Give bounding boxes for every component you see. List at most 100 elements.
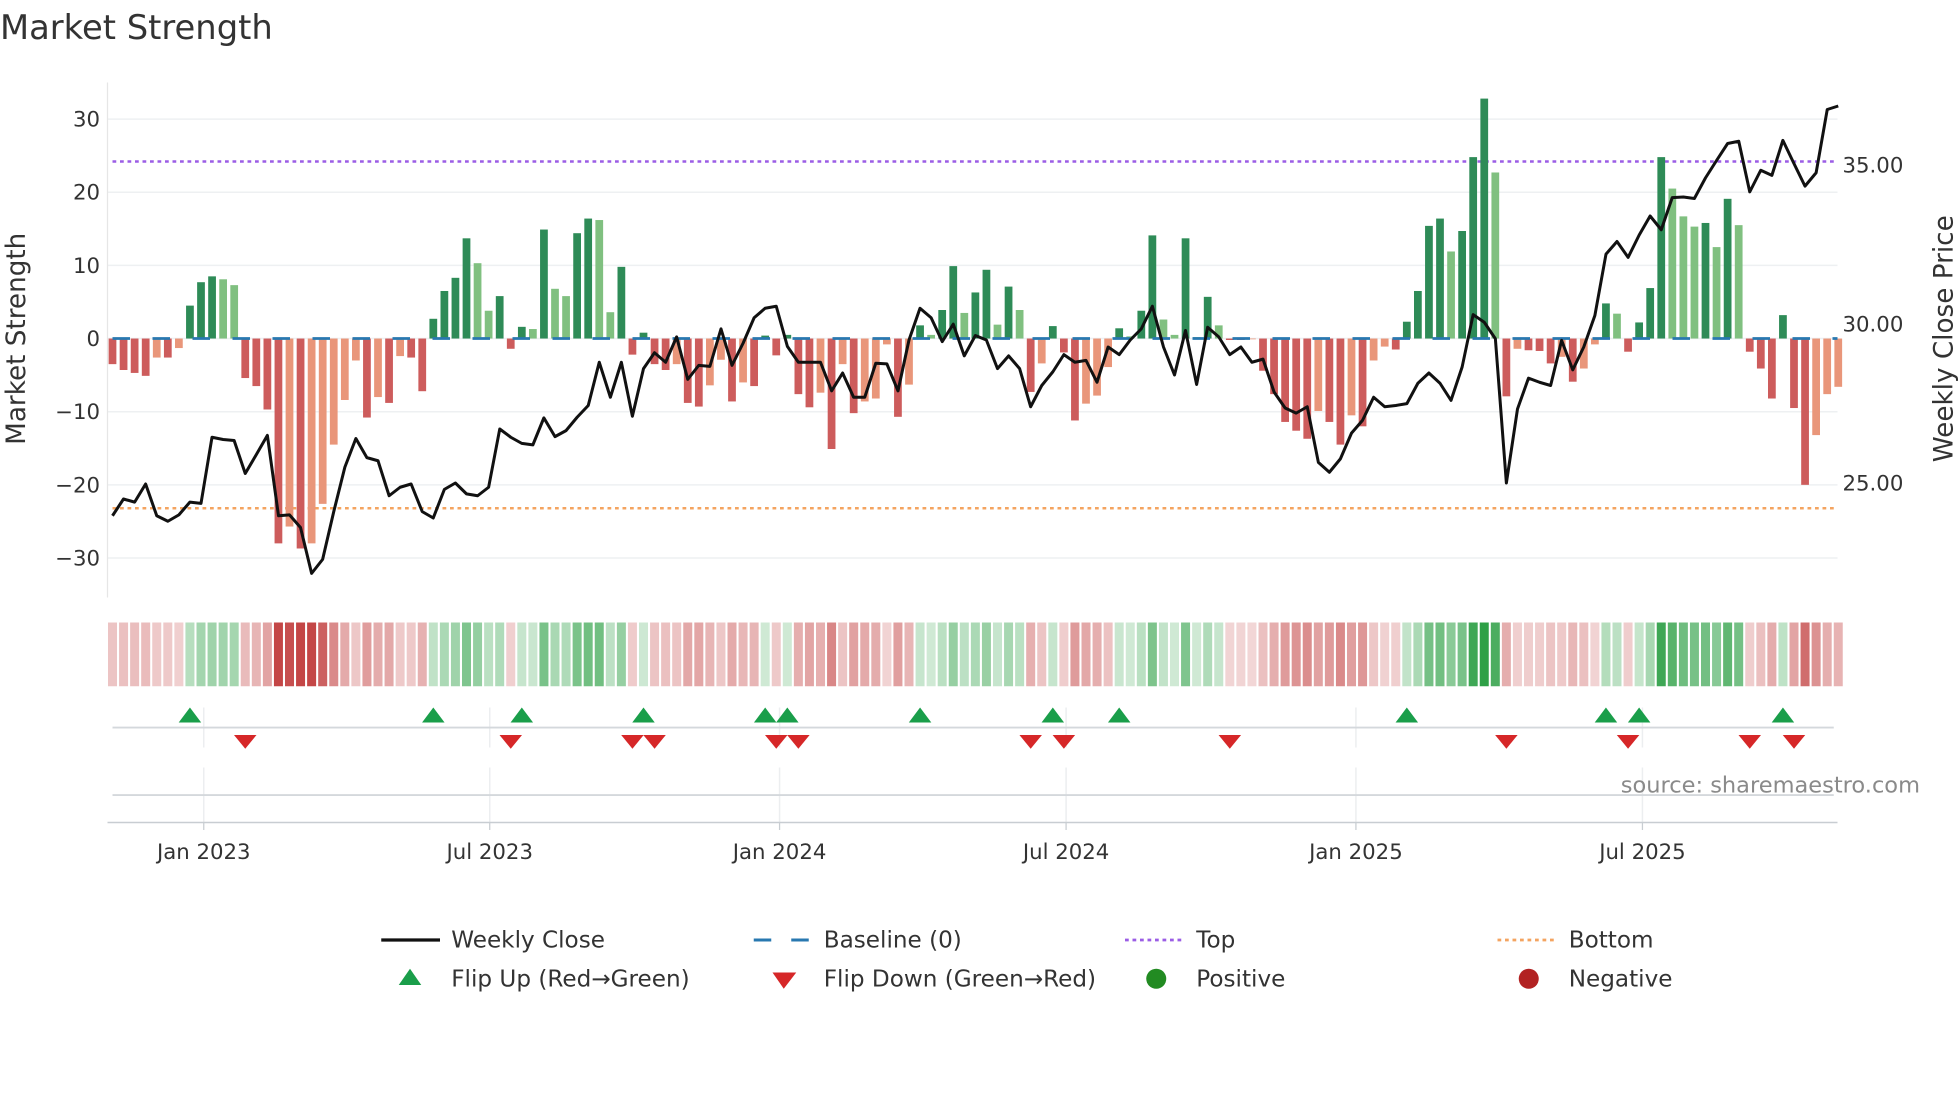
flip-down-marker [499,735,522,749]
heat-strip-cell [1369,622,1379,687]
heat-strip-cell [1236,622,1246,687]
positive-strength-bar [462,238,471,339]
heat-strip-cell [1125,622,1135,687]
heat-strip-cell [1457,622,1467,687]
negative-strength-bar [805,338,814,408]
positive-strength-bar [1048,326,1057,339]
y-tick-label: 0 [86,327,100,352]
legend-label: Top [1195,928,1235,954]
heat-strip-cell [1192,622,1202,687]
heat-strip-cell [1037,622,1047,687]
flip-down-marker [1616,735,1640,749]
negative-strength-bar [130,338,139,373]
strength-bars [108,98,1843,549]
negative-strength-bar [374,338,382,398]
heat-strip-cell [838,622,848,687]
heat-strip-cell [572,622,582,687]
heat-strip-cell [428,622,438,687]
heat-strip-cell [1601,622,1611,687]
heat-strip-cell [196,622,206,687]
heat-strip-cell [694,622,704,687]
heat-strip-cell [1302,622,1312,687]
heat-strip-cell [583,622,593,687]
negative-strength-bar [1502,338,1511,397]
positive-strength-bar [230,285,239,339]
heat-strip-cell [1004,622,1014,687]
legend-label: Positive [1196,966,1285,992]
flip-down-marker [1052,735,1076,749]
negative-strength-bar [340,338,349,400]
x-tick-label: Jul 2024 [1021,840,1109,865]
heat-strip-cell [417,622,427,687]
heat-strip-cell [705,622,715,687]
heat-strip-cell [1059,622,1069,687]
heat-strip-cell [1645,622,1655,687]
heat-strip-cell [716,622,726,687]
chart-title: Market Strength [0,8,273,47]
heat-strip-cell [1114,622,1124,687]
heat-strip-cell [793,622,803,687]
negative-strength-bar [1812,338,1820,436]
heat-strip-cell [174,622,184,687]
heat-strip-cell [1291,622,1301,687]
heat-strip-cell [1247,622,1257,687]
negative-strength-bar [141,338,150,376]
y-tick-label: −10 [55,400,100,425]
flip-panel-gridlines [203,707,1644,823]
heat-strip-cell [1347,622,1356,687]
negative-strength-bar [794,338,803,395]
heat-strip-cell [1546,622,1556,687]
heat-strip-cell [639,622,648,687]
negative-strength-bar [1347,338,1356,416]
heat-strip-cell [108,622,117,687]
flip-up-marker [1771,707,1795,723]
heat-strip-cell [185,622,195,687]
heat-strip-cell [340,622,350,687]
negative-strength-bar [407,338,416,358]
positive-strength-bar [529,329,537,339]
negative-strength-bar [1546,338,1555,364]
positive-strength-bar [517,326,526,339]
legend-label: Flip Down (Green→Red) [824,966,1096,992]
positive-strength-bar [1491,172,1500,339]
negative-strength-bar [163,338,172,358]
legend-item-weekly-close: Weekly Close [381,928,605,954]
heat-strip-cell [948,622,958,687]
heat-strip-cell [1579,622,1589,687]
positive-strength-bar [1015,310,1024,339]
positive-strength-bar [1436,218,1444,339]
heat-strip-cell [970,622,980,687]
flip-down-marker [765,735,788,749]
heat-strip-cell [749,622,759,687]
triangle-down-icon [772,972,797,989]
negative-strength-bar [1823,338,1832,395]
heat-strip-cell [362,622,372,687]
positive-strength-bar [1402,321,1411,339]
heat-strip-cell [738,622,748,687]
heat-strip-cell [1524,622,1533,687]
heat-strip-cell [351,622,361,687]
heat-strip-cell [882,622,892,687]
negative-strength-bar [263,338,272,410]
positive-strength-bar [1779,315,1787,339]
negative-strength-bar [1624,338,1632,352]
negative-strength-bar [363,338,371,418]
y-tick-label: −30 [55,546,100,571]
legend-label: Flip Up (Red→Green) [451,966,689,992]
legend-item-baseline: Baseline (0) [753,928,962,954]
positive-strength-bar [1635,322,1643,339]
negative-dot-icon [1518,968,1539,989]
heat-strip-cell [1800,622,1810,687]
negative-strength-bar [1801,338,1809,485]
positive-dot-icon [1146,968,1167,989]
heat-strip-cell [1778,622,1788,687]
heat-strip-cell [904,622,914,687]
positive-strength-bar [473,263,482,339]
negative-strength-bar [285,338,294,527]
heat-strip-cell [1833,622,1843,687]
heat-strip-cell [1612,622,1622,687]
positive-strength-bar [429,318,438,339]
y-tick-label: 20 [73,181,100,206]
x-tick-label: Jul 2023 [444,840,532,865]
negative-strength-bar [1325,338,1334,422]
